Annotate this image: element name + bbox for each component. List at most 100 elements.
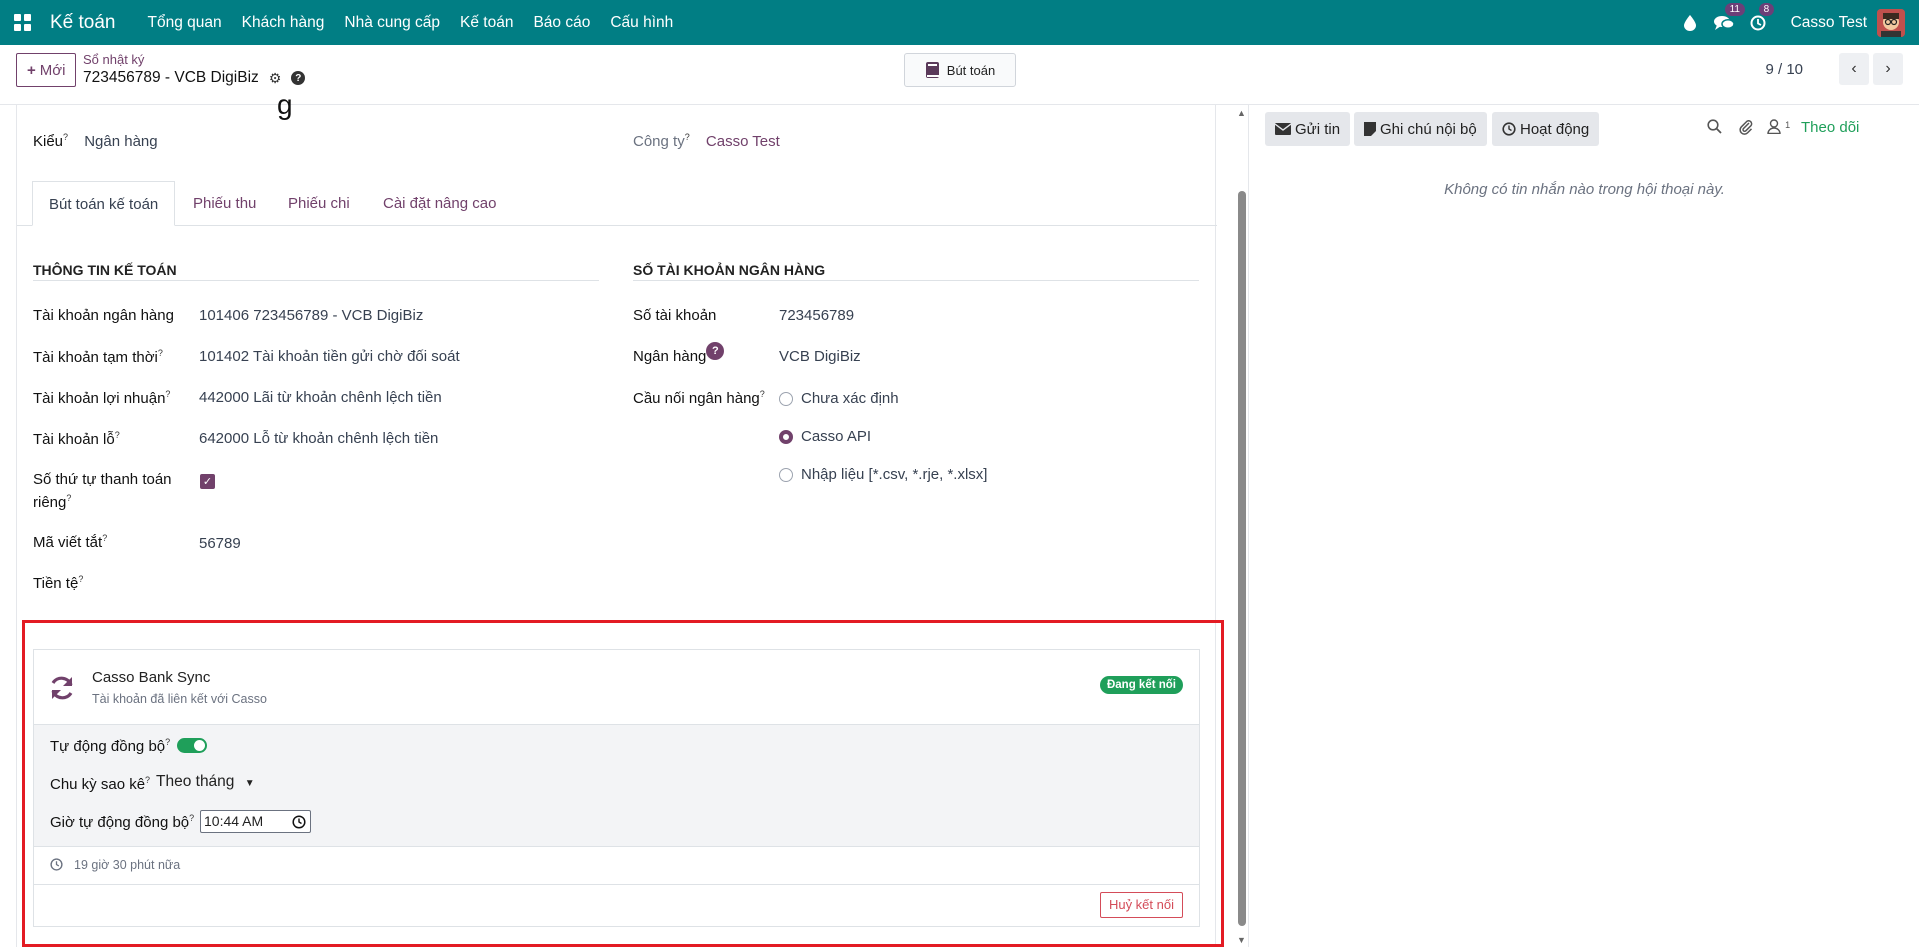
scroll-thumb[interactable] [1238,191,1246,926]
currency-field: Tiền tệ? [33,574,84,592]
profit-account-label: Tài khoản lợi nhuận [33,390,166,407]
accounting-info-title: THÔNG TIN KẾ TOÁN [33,262,599,281]
statement-period-label: Chu kỳ sao kê [50,776,146,793]
radio-undefined-label[interactable]: Chưa xác định [801,390,899,407]
activity-button[interactable]: Hoạt động [1492,112,1600,146]
type-field: Kiểu? Ngân hàng [33,132,158,150]
bank-field: Ngân hàng? [633,342,725,366]
messages-icon[interactable]: 11 [1707,2,1745,31]
menu-item-customers[interactable]: Khách hàng [232,0,335,45]
pager-previous-button[interactable]: ‹ [1839,53,1869,85]
bank-account-number-title: SỐ TÀI KHOẢN NGÂN HÀNG [633,262,1199,281]
tab-advanced-settings[interactable]: Cài đặt nâng cao [367,181,512,226]
user-name[interactable]: Casso Test [1791,14,1867,32]
dedicated-sequence-label-line1: Số thứ tự thanh toán [33,471,172,488]
paperclip-icon[interactable] [1739,119,1753,139]
menu-item-vendors[interactable]: Nhà cung cấp [334,0,450,45]
disconnect-button[interactable]: Huỷ kết nối [1099,892,1183,918]
sync-subtitle: Tài khoản đã liên kết với Casso [92,692,267,706]
suspense-account-field: Tài khoản tạm thời? [33,348,163,366]
auto-sync-time-input[interactable]: 10:44 AM [200,810,311,833]
dedicated-sequence-label-line2: riêng [33,494,67,511]
auto-sync-toggle[interactable] [177,738,207,753]
account-number-value[interactable]: 723456789 [779,307,854,324]
profit-account-field: Tài khoản lợi nhuận? [33,389,171,407]
breadcrumb: 723456789 - VCB DigiBiz ⚙ ? [83,69,306,87]
scroll-up-arrow-icon[interactable]: ▲ [1237,108,1246,118]
sync-settings: Tự động đồng bộ? Chu kỳ sao kê? Theo thá… [34,725,1199,847]
sync-icon [51,676,73,700]
help-icon[interactable]: ? [291,71,306,85]
search-icon[interactable] [1707,119,1722,138]
radio-file-import[interactable] [779,468,793,482]
next-run-text: 19 giờ 30 phút nữa [74,858,181,872]
journal-entries-button[interactable]: Bút toán [904,53,1016,87]
clock-icon [1502,122,1516,136]
send-message-button[interactable]: Gửi tin [1265,112,1351,146]
radio-casso-api-label[interactable]: Casso API [801,428,871,445]
tab-incoming-payments[interactable]: Phiếu thu [177,181,272,226]
form-scrollbar[interactable]: ▲ ▼ [1236,105,1248,947]
tab-outgoing-payments[interactable]: Phiếu chi [272,181,366,226]
menu-item-reports[interactable]: Báo cáo [523,0,600,45]
radio-file-import-label[interactable]: Nhập liệu [*.csv, *.rje, *.xlsx] [801,466,987,483]
question-icon[interactable]: ? [706,342,725,360]
drop-icon[interactable] [1673,14,1707,31]
radio-undefined[interactable] [779,392,793,406]
plus-icon: + [27,61,36,79]
empty-thread-message: Không có tin nhắn nào trong hội thoại nà… [1444,181,1725,198]
followers-user-icon[interactable]: 1 [1767,119,1790,138]
company-label: Công ty [633,133,685,150]
dedicated-sequence-field: riêng? [33,493,72,511]
record-title: 723456789 - VCB DigiBiz [83,69,259,86]
send-message-label: Gửi tin [1295,120,1341,138]
radio-casso-api[interactable] [779,430,793,444]
clock-icon [292,814,306,835]
statement-period-select[interactable]: Theo tháng ▼ [156,773,255,791]
short-code-field: Mã viết tắt? [33,533,108,551]
suspense-account-value[interactable]: 101402 Tài khoản tiền gửi chờ đối soát [199,348,460,365]
bank-value[interactable]: VCB DigiBiz [779,348,861,365]
menu-item-overview[interactable]: Tổng quan [138,0,232,45]
statement-period-value: Theo tháng [156,773,235,790]
casso-sync-card: Casso Bank Sync Tài khoản đã liên kết vớ… [33,649,1200,927]
user-avatar[interactable] [1877,8,1905,37]
apps-menu-icon[interactable] [0,0,45,45]
new-button[interactable]: + Mới [16,53,77,87]
account-number-label: Số tài khoản [633,307,717,324]
top-navbar: Kế toán Tổng quan Khách hàng Nhà cung cấ… [0,0,1919,45]
activities-clock-icon[interactable]: 8 [1741,2,1775,31]
sync-title: Casso Bank Sync [92,669,211,686]
activity-label: Hoạt động [1520,120,1590,138]
profit-account-value[interactable]: 442000 Lãi từ khoản chênh lệch tiền [199,389,442,406]
auto-sync-label: Tự động đồng bộ [50,738,166,755]
tab-journal-entries[interactable]: Bút toán kế toán [32,181,176,226]
type-value[interactable]: Ngân hàng [84,133,157,150]
auto-sync-time-label: Giờ tự động đồng bộ [50,814,190,831]
type-label: Kiểu [33,133,64,150]
gear-icon[interactable]: ⚙ [269,70,282,87]
journal-name-heading: g [277,89,293,120]
breadcrumb-parent[interactable]: Sổ nhật ký [83,52,144,67]
bank-account-value[interactable]: 101406 723456789 - VCB DigiBiz [199,307,423,324]
pager-value[interactable]: 9 / 10 [1765,61,1803,78]
menu-item-configuration[interactable]: Cấu hình [600,0,683,45]
auto-sync-field: Tự động đồng bộ? [50,737,171,755]
scroll-down-arrow-icon[interactable]: ▼ [1237,935,1246,945]
dedicated-sequence-checkbox[interactable]: ✓ [200,474,215,489]
follow-button[interactable]: Theo dõi [1801,119,1859,136]
company-value[interactable]: Casso Test [706,133,780,150]
menu-item-accounting[interactable]: Kế toán [450,0,523,45]
app-brand[interactable]: Kế toán [50,12,116,34]
navbar-systray: 11 8 Casso Test [1673,0,1919,45]
loss-account-value[interactable]: 642000 Lỗ từ khoản chênh lệch tiền [199,430,438,447]
sync-card-header: Casso Bank Sync Tài khoản đã liên kết vớ… [34,650,1199,725]
log-note-button[interactable]: Ghi chú nội bộ [1354,112,1487,146]
short-code-value[interactable]: 56789 [199,535,241,552]
bank-label: Ngân hàng [633,348,707,365]
auto-sync-time-field: Giờ tự động đồng bộ? [50,813,195,831]
short-code-label: Mã viết tắt [33,534,103,551]
pager-next-button[interactable]: › [1873,53,1903,85]
bank-account-label: Tài khoản ngân hàng [33,307,174,324]
status-badge: Đang kết nối [1099,676,1183,694]
